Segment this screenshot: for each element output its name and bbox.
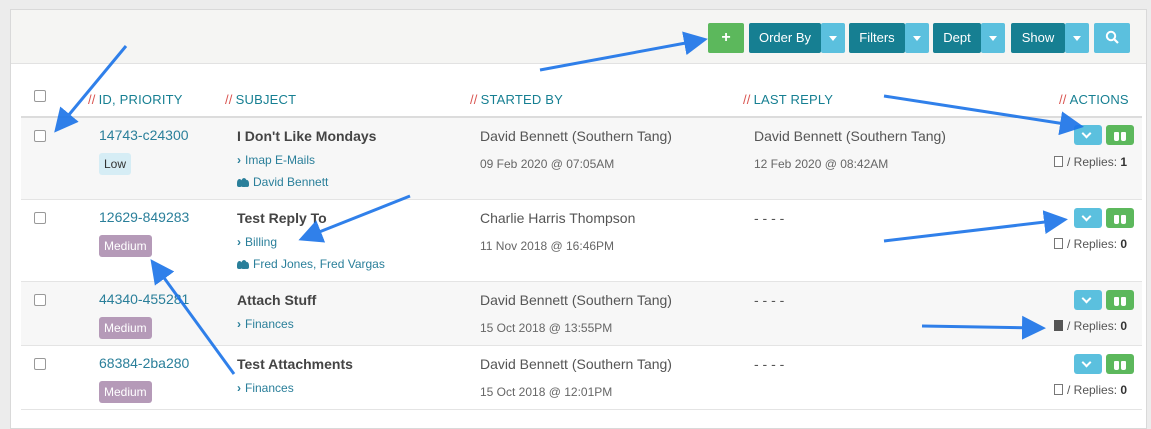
started-date: 15 Oct 2018 @ 13:55PM [480,321,613,335]
started-by-name: David Bennett (Southern Tang) [480,292,672,308]
ticket-id-link[interactable]: 14743-c24300 [99,127,189,143]
order-by-dropdown-toggle[interactable] [821,23,845,53]
expand-button[interactable] [1074,208,1102,228]
replies-count: / Replies: 0 [1054,237,1127,251]
binoculars-icon [1114,358,1126,370]
last-reply-date: 12 Feb 2020 @ 08:42AM [754,157,889,171]
binoculars-icon [1114,294,1126,306]
column-header-actions: //ACTIONS [1059,92,1129,107]
started-by-name: Charlie Harris Thompson [480,210,636,226]
priority-badge: Medium [99,381,152,403]
ticket-department[interactable]: › Billing [237,235,277,249]
row-checkbox[interactable] [34,212,46,224]
row-checkbox[interactable] [34,358,46,370]
chevron-down-icon [1081,128,1092,139]
started-by-name: David Bennett (Southern Tang) [480,356,672,372]
document-icon [1054,384,1063,395]
search-button[interactable] [1094,23,1130,53]
binoculars-icon [1114,129,1126,141]
ticket-id-link[interactable]: 68384-2ba280 [99,355,189,371]
ticket-id-link[interactable]: 44340-455281 [99,291,189,307]
chevron-right-icon: › [237,235,241,249]
ticket-users[interactable]: David Bennett [237,175,328,189]
table-row[interactable]: 44340-455281 Medium Attach Stuff › Financ… [21,282,1142,346]
expand-button[interactable] [1074,125,1102,145]
dept-dropdown-toggle[interactable] [981,23,1005,53]
document-icon [1054,238,1063,249]
last-reply-name: - - - - [754,210,785,226]
view-ticket-button[interactable] [1106,125,1134,145]
document-icon [1054,320,1063,331]
caret-down-icon [913,36,921,42]
order-by-button[interactable]: Order By [749,23,821,53]
started-date: 11 Nov 2018 @ 16:46PM [480,239,615,253]
table-row[interactable]: 12629-849283 Medium Test Reply To › Billi… [21,200,1142,282]
table-row[interactable]: 68384-2ba280 Medium Test Attachments › Fi… [21,346,1142,410]
replies-count: / Replies: 1 [1054,155,1127,169]
filters-dropdown-toggle[interactable] [905,23,929,53]
search-icon [1105,30,1119,44]
show-button[interactable]: Show [1011,23,1065,53]
column-header-id-priority[interactable]: //ID, PRIORITY [88,92,183,107]
tickets-panel: + Order By Filters Dept Show //ID, PRIOR… [10,9,1147,429]
view-ticket-button[interactable] [1106,354,1134,374]
caret-down-icon [1073,36,1081,42]
column-header-started-by[interactable]: //STARTED BY [470,92,563,107]
show-dropdown-toggle[interactable] [1065,23,1089,53]
caret-down-icon [829,36,837,42]
chevron-down-icon [1081,211,1092,222]
ticket-id-link[interactable]: 12629-849283 [99,209,189,225]
ticket-department[interactable]: › Imap E-Mails [237,153,315,167]
add-ticket-button[interactable]: + [708,23,744,53]
select-all-checkbox[interactable] [34,90,46,102]
chevron-down-icon [1081,293,1092,304]
document-icon [1054,156,1063,167]
expand-button[interactable] [1074,290,1102,310]
ticket-subject[interactable]: I Don't Like Mondays [237,128,376,144]
ticket-subject[interactable]: Attach Stuff [237,292,316,308]
view-ticket-button[interactable] [1106,290,1134,310]
row-checkbox[interactable] [34,294,46,306]
ticket-subject[interactable]: Test Attachments [237,356,353,372]
row-checkbox[interactable] [34,130,46,142]
chevron-right-icon: › [237,317,241,331]
column-header-subject[interactable]: //SUBJECT [225,92,296,107]
column-header-last-reply[interactable]: //LAST REPLY [743,92,833,107]
users-icon [237,178,249,187]
priority-badge: Low [99,153,132,175]
chevron-right-icon: › [237,381,241,395]
expand-button[interactable] [1074,354,1102,374]
table-row[interactable]: 14743-c24300 Low I Don't Like Mondays › I… [21,118,1142,200]
ticket-users[interactable]: Fred Jones, Fred Vargas [237,257,385,271]
view-ticket-button[interactable] [1106,208,1134,228]
ticket-department[interactable]: › Finances [237,381,294,395]
started-date: 09 Feb 2020 @ 07:05AM [480,157,615,171]
started-date: 15 Oct 2018 @ 12:01PM [480,385,613,399]
toolbar: + Order By Filters Dept Show [11,10,1146,64]
replies-count: / Replies: 0 [1054,319,1127,333]
chevron-right-icon: › [237,153,241,167]
last-reply-name: - - - - [754,292,785,308]
replies-count: / Replies: 0 [1054,383,1127,397]
priority-badge: Medium [99,235,152,257]
binoculars-icon [1114,212,1126,224]
last-reply-name: David Bennett (Southern Tang) [754,128,946,144]
filters-button[interactable]: Filters [849,23,905,53]
users-icon [237,260,249,269]
dept-button[interactable]: Dept [933,23,981,53]
ticket-subject[interactable]: Test Reply To [237,210,327,226]
priority-badge: Medium [99,317,152,339]
last-reply-name: - - - - [754,356,785,372]
chevron-down-icon [1081,357,1092,368]
started-by-name: David Bennett (Southern Tang) [480,128,672,144]
caret-down-icon [989,36,997,42]
ticket-department[interactable]: › Finances [237,317,294,331]
